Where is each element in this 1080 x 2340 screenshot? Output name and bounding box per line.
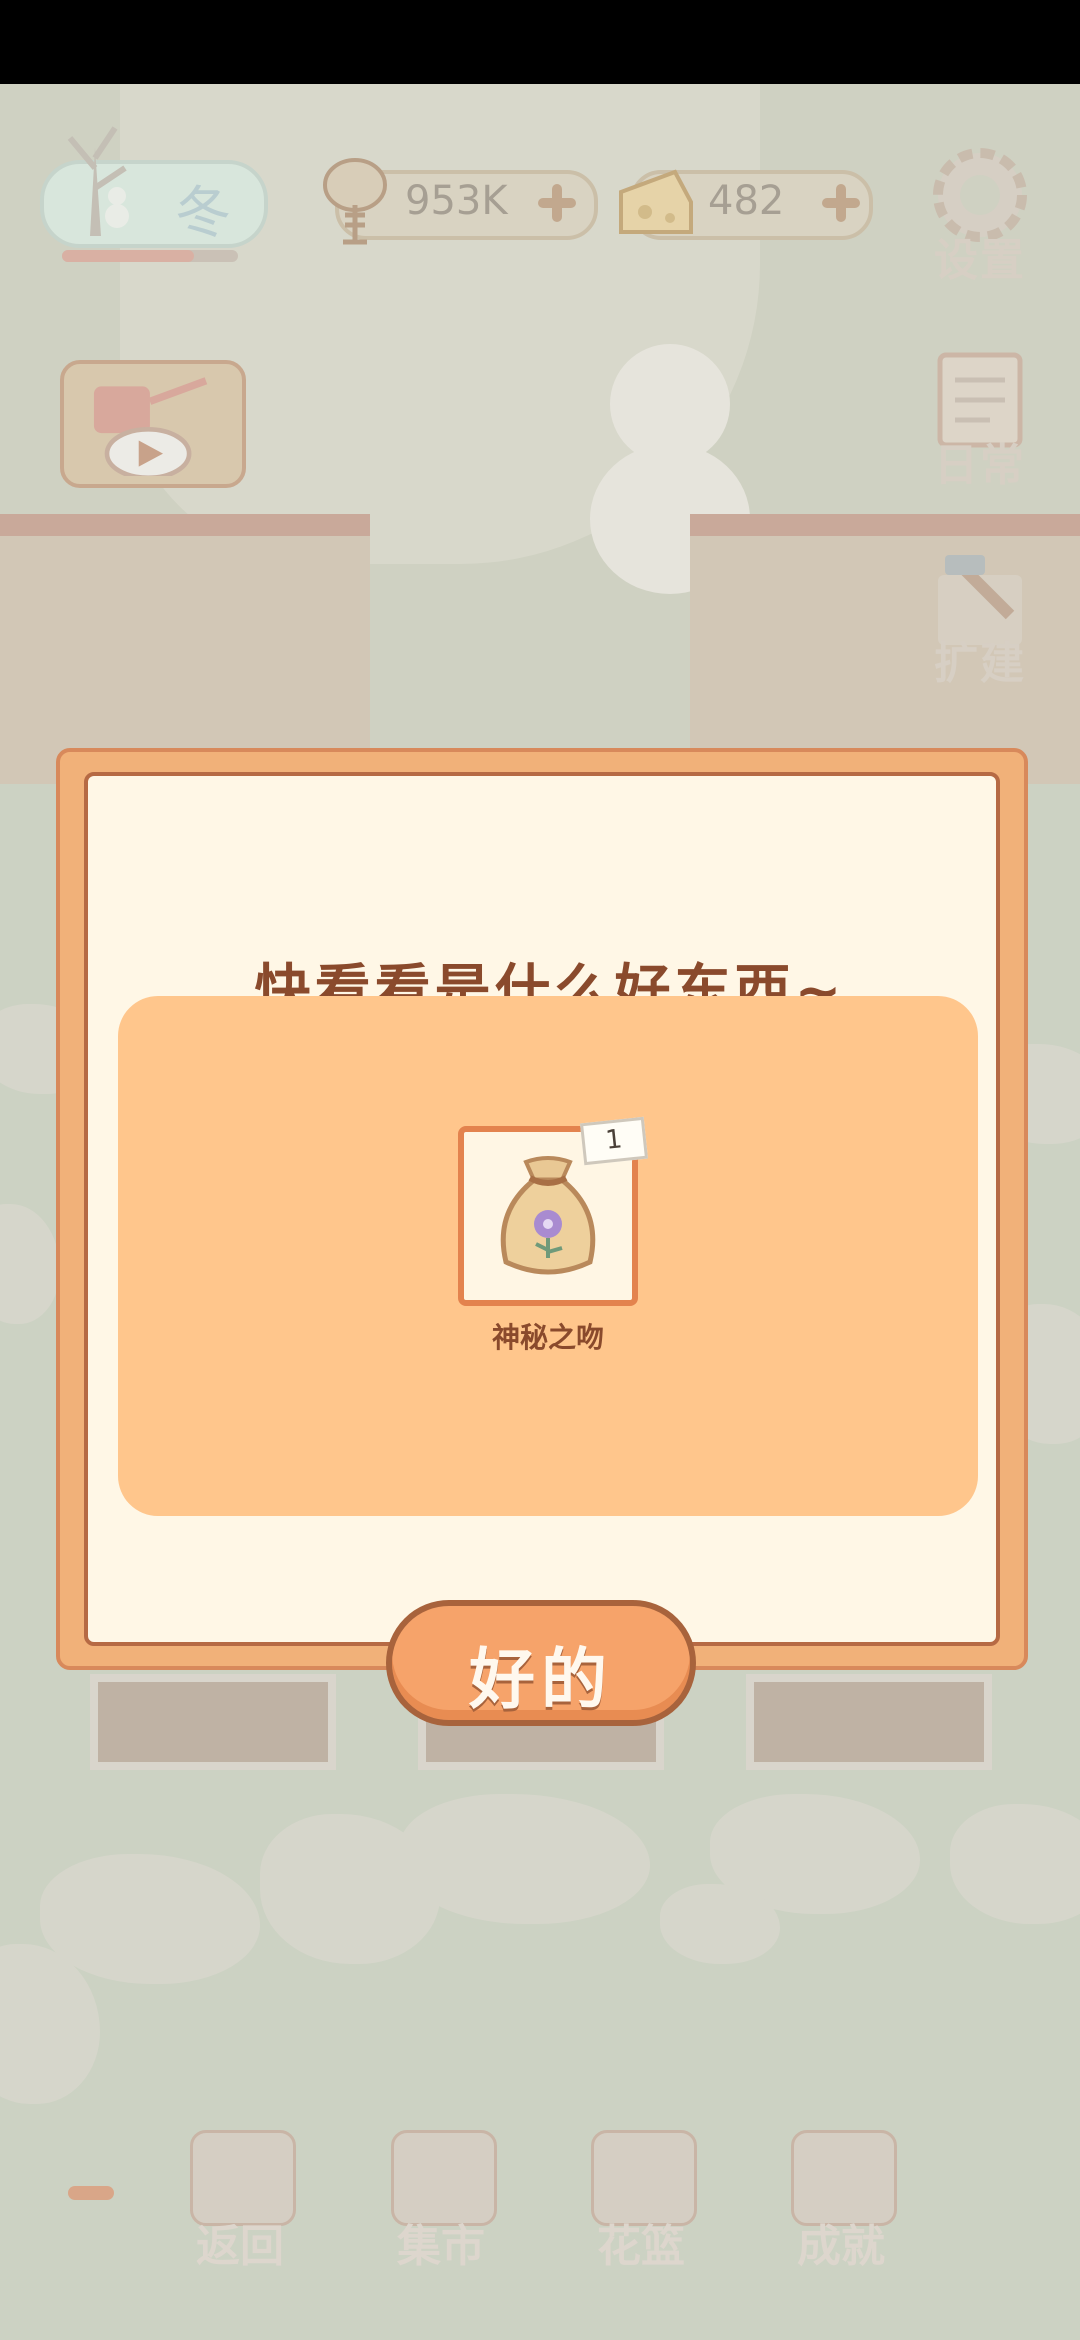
nav-flower-basket[interactable]: 花篮 [581,2130,701,2272]
watering-video-button[interactable] [60,360,246,488]
reward-dialog: 快看看是什么好东西~ 1 神秘之吻 [56,748,1028,1670]
add-cheese-icon[interactable] [818,180,864,226]
cheese-icon [619,169,693,234]
fish-bone-icon [323,158,387,245]
cheese-amount: 482 [708,178,785,224]
add-fish-icon[interactable] [534,180,580,226]
nav-indicator [68,2186,114,2200]
season-progress-fill [62,250,194,262]
reward-panel: 1 神秘之吻 [118,996,978,1516]
settings-label: 设置 [934,235,1026,286]
expand-button[interactable]: 扩建 [920,545,1040,715]
winter-tree-icon [67,126,129,236]
stone [950,1804,1080,1924]
stone [400,1794,650,1924]
nav-market-label: 集市 [397,2221,485,2272]
season-progress-bar [62,250,238,262]
season-label: 冬 [175,181,231,246]
expand-label: 扩建 [934,638,1026,689]
reward-dialog-body: 快看看是什么好东西~ 1 神秘之吻 [84,772,1000,1646]
status-bar [0,0,1080,84]
planter-box [90,1674,336,1770]
nav-flower-basket-label: 花篮 [597,2221,685,2272]
ok-button[interactable]: 好的 [386,1600,696,1726]
settings-button[interactable]: 设置 [920,140,1040,310]
stone [0,1204,60,1324]
watering-can-icon [93,377,208,481]
daily-label: 日常 [934,440,1026,491]
planter-box [746,1674,992,1770]
nav-market[interactable]: 集市 [381,2130,501,2272]
ok-button-label: 好的 [469,1641,613,1718]
fish-amount: 953K [405,178,508,224]
item-name: 神秘之吻 [491,1321,604,1354]
nav-back-label: 返回 [196,2221,284,2272]
nav-back[interactable]: 返回 [180,2130,300,2272]
item-count-badge: 1 [579,1116,649,1166]
nav-achievements[interactable]: 成就 [781,2130,901,2272]
daily-button[interactable]: 日常 [920,345,1040,515]
nav-achievements-label: 成就 [797,2221,885,2272]
